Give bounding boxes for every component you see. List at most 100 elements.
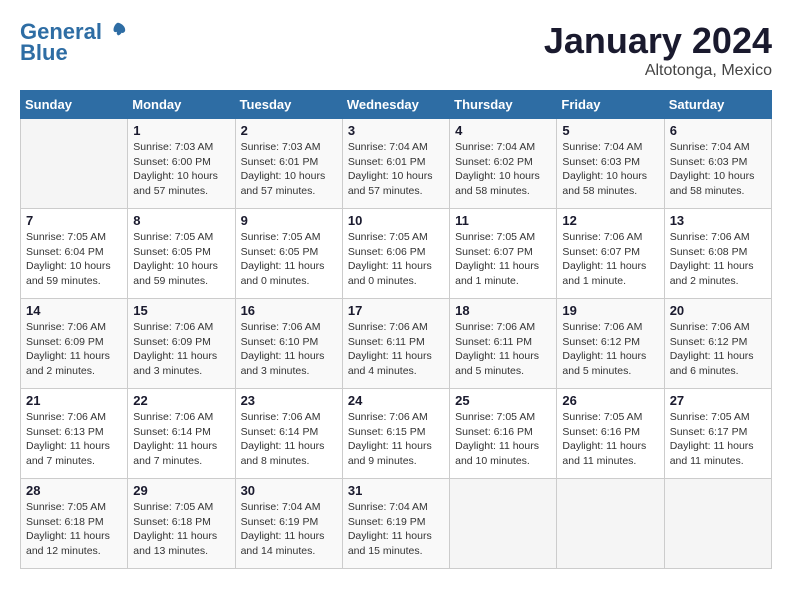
calendar-cell: 22Sunrise: 7:06 AM Sunset: 6:14 PM Dayli… [128, 389, 235, 479]
day-number: 6 [670, 123, 766, 138]
header-day-saturday: Saturday [664, 91, 771, 119]
day-number: 25 [455, 393, 551, 408]
day-number: 26 [562, 393, 658, 408]
calendar-cell: 11Sunrise: 7:05 AM Sunset: 6:07 PM Dayli… [450, 209, 557, 299]
calendar-cell: 13 Sunrise: 7:06 AM Sunset: 6:08 PM Dayli… [664, 209, 771, 299]
day-number: 13 [670, 213, 766, 228]
calendar-cell: 10 Sunrise: 7:05 AM Sunset: 6:06 PM Dayli… [342, 209, 449, 299]
day-info: Sunrise: 7:06 AM Sunset: 6:07 PM Dayligh… [562, 230, 658, 289]
calendar-cell [21, 119, 128, 209]
header-day-monday: Monday [128, 91, 235, 119]
day-info: Sunrise: 7:03 AM Sunset: 6:00 PM Dayligh… [133, 140, 229, 199]
calendar-cell: 30 Sunrise: 7:04 AM Sunset: 6:19 PM Dayli… [235, 479, 342, 569]
day-number: 2 [241, 123, 337, 138]
calendar-cell: 12Sunrise: 7:06 AM Sunset: 6:07 PM Dayli… [557, 209, 664, 299]
day-info: Sunrise: 7:06 AM Sunset: 6:11 PM Dayligh… [348, 320, 444, 379]
day-number: 30 [241, 483, 337, 498]
week-row-1: 7 Sunrise: 7:05 AM Sunset: 6:04 PM Daylig… [21, 209, 772, 299]
calendar-cell: 29 Sunrise: 7:05 AM Sunset: 6:18 PM Dayli… [128, 479, 235, 569]
day-number: 21 [26, 393, 122, 408]
calendar-cell: 26 Sunrise: 7:05 AM Sunset: 6:16 PM Dayli… [557, 389, 664, 479]
week-row-4: 28 Sunrise: 7:05 AM Sunset: 6:18 PM Dayli… [21, 479, 772, 569]
calendar-cell: 23 Sunrise: 7:06 AM Sunset: 6:14 PM Dayli… [235, 389, 342, 479]
day-number: 17 [348, 303, 444, 318]
day-number: 27 [670, 393, 766, 408]
calendar-cell: 16 Sunrise: 7:06 AM Sunset: 6:10 PM Dayli… [235, 299, 342, 389]
calendar-cell: 4 Sunrise: 7:04 AM Sunset: 6:02 PM Daylig… [450, 119, 557, 209]
day-info: Sunrise: 7:04 AM Sunset: 6:03 PM Dayligh… [562, 140, 658, 199]
day-number: 20 [670, 303, 766, 318]
logo-bird-icon [109, 21, 127, 39]
calendar-cell [450, 479, 557, 569]
day-info: Sunrise: 7:05 AM Sunset: 6:06 PM Dayligh… [348, 230, 444, 289]
calendar-cell: 17 Sunrise: 7:06 AM Sunset: 6:11 PM Dayli… [342, 299, 449, 389]
week-row-0: 1 Sunrise: 7:03 AM Sunset: 6:00 PM Daylig… [21, 119, 772, 209]
day-info: Sunrise: 7:05 AM Sunset: 6:16 PM Dayligh… [562, 410, 658, 469]
day-number: 1 [133, 123, 229, 138]
day-info: Sunrise: 7:05 AM Sunset: 6:16 PM Dayligh… [455, 410, 551, 469]
calendar-cell: 2 Sunrise: 7:03 AM Sunset: 6:01 PM Daylig… [235, 119, 342, 209]
header-day-friday: Friday [557, 91, 664, 119]
calendar-cell [557, 479, 664, 569]
day-info: Sunrise: 7:06 AM Sunset: 6:11 PM Dayligh… [455, 320, 551, 379]
day-number: 29 [133, 483, 229, 498]
day-number: 19 [562, 303, 658, 318]
day-info: Sunrise: 7:05 AM Sunset: 6:18 PM Dayligh… [26, 500, 122, 559]
day-number: 23 [241, 393, 337, 408]
header-day-tuesday: Tuesday [235, 91, 342, 119]
calendar-cell: 14 Sunrise: 7:06 AM Sunset: 6:09 PM Dayli… [21, 299, 128, 389]
calendar-cell: 27Sunrise: 7:05 AM Sunset: 6:17 PM Dayli… [664, 389, 771, 479]
day-number: 22 [133, 393, 229, 408]
day-info: Sunrise: 7:05 AM Sunset: 6:18 PM Dayligh… [133, 500, 229, 559]
day-number: 3 [348, 123, 444, 138]
day-number: 18 [455, 303, 551, 318]
calendar-cell: 9Sunrise: 7:05 AM Sunset: 6:05 PM Daylig… [235, 209, 342, 299]
day-info: Sunrise: 7:06 AM Sunset: 6:10 PM Dayligh… [241, 320, 337, 379]
day-number: 28 [26, 483, 122, 498]
day-info: Sunrise: 7:06 AM Sunset: 6:09 PM Dayligh… [133, 320, 229, 379]
day-info: Sunrise: 7:04 AM Sunset: 6:01 PM Dayligh… [348, 140, 444, 199]
day-info: Sunrise: 7:04 AM Sunset: 6:19 PM Dayligh… [348, 500, 444, 559]
day-info: Sunrise: 7:05 AM Sunset: 6:05 PM Dayligh… [241, 230, 337, 289]
day-info: Sunrise: 7:06 AM Sunset: 6:14 PM Dayligh… [241, 410, 337, 469]
day-info: Sunrise: 7:05 AM Sunset: 6:04 PM Dayligh… [26, 230, 122, 289]
calendar-cell [664, 479, 771, 569]
day-number: 8 [133, 213, 229, 228]
calendar-cell: 28 Sunrise: 7:05 AM Sunset: 6:18 PM Dayli… [21, 479, 128, 569]
header-day-sunday: Sunday [21, 91, 128, 119]
day-info: Sunrise: 7:06 AM Sunset: 6:08 PM Dayligh… [670, 230, 766, 289]
day-number: 14 [26, 303, 122, 318]
calendar-cell: 1 Sunrise: 7:03 AM Sunset: 6:00 PM Daylig… [128, 119, 235, 209]
calendar-cell: 18 Sunrise: 7:06 AM Sunset: 6:11 PM Dayli… [450, 299, 557, 389]
calendar-cell: 21 Sunrise: 7:06 AM Sunset: 6:13 PM Dayli… [21, 389, 128, 479]
day-number: 16 [241, 303, 337, 318]
calendar-cell: 3 Sunrise: 7:04 AM Sunset: 6:01 PM Daylig… [342, 119, 449, 209]
calendar-cell: 15Sunrise: 7:06 AM Sunset: 6:09 PM Dayli… [128, 299, 235, 389]
logo: General Blue [20, 20, 127, 66]
calendar-cell: 20 Sunrise: 7:06 AM Sunset: 6:12 PM Dayli… [664, 299, 771, 389]
week-row-3: 21 Sunrise: 7:06 AM Sunset: 6:13 PM Dayli… [21, 389, 772, 479]
day-info: Sunrise: 7:04 AM Sunset: 6:02 PM Dayligh… [455, 140, 551, 199]
day-info: Sunrise: 7:03 AM Sunset: 6:01 PM Dayligh… [241, 140, 337, 199]
day-number: 4 [455, 123, 551, 138]
day-info: Sunrise: 7:06 AM Sunset: 6:13 PM Dayligh… [26, 410, 122, 469]
calendar-cell: 19 Sunrise: 7:06 AM Sunset: 6:12 PM Dayli… [557, 299, 664, 389]
day-info: Sunrise: 7:06 AM Sunset: 6:12 PM Dayligh… [670, 320, 766, 379]
day-number: 7 [26, 213, 122, 228]
day-info: Sunrise: 7:06 AM Sunset: 6:15 PM Dayligh… [348, 410, 444, 469]
day-info: Sunrise: 7:04 AM Sunset: 6:19 PM Dayligh… [241, 500, 337, 559]
title-block: January 2024 Altotonga, Mexico [544, 20, 772, 80]
location: Altotonga, Mexico [544, 62, 772, 80]
day-info: Sunrise: 7:05 AM Sunset: 6:05 PM Dayligh… [133, 230, 229, 289]
day-number: 10 [348, 213, 444, 228]
day-info: Sunrise: 7:04 AM Sunset: 6:03 PM Dayligh… [670, 140, 766, 199]
calendar-cell: 6 Sunrise: 7:04 AM Sunset: 6:03 PM Daylig… [664, 119, 771, 209]
calendar-cell: 8 Sunrise: 7:05 AM Sunset: 6:05 PM Daylig… [128, 209, 235, 299]
day-number: 5 [562, 123, 658, 138]
header-day-thursday: Thursday [450, 91, 557, 119]
page-header: General Blue January 2024 Altotonga, Mex… [20, 20, 772, 80]
day-info: Sunrise: 7:06 AM Sunset: 6:12 PM Dayligh… [562, 320, 658, 379]
day-number: 24 [348, 393, 444, 408]
day-info: Sunrise: 7:05 AM Sunset: 6:07 PM Dayligh… [455, 230, 551, 289]
day-info: Sunrise: 7:06 AM Sunset: 6:09 PM Dayligh… [26, 320, 122, 379]
